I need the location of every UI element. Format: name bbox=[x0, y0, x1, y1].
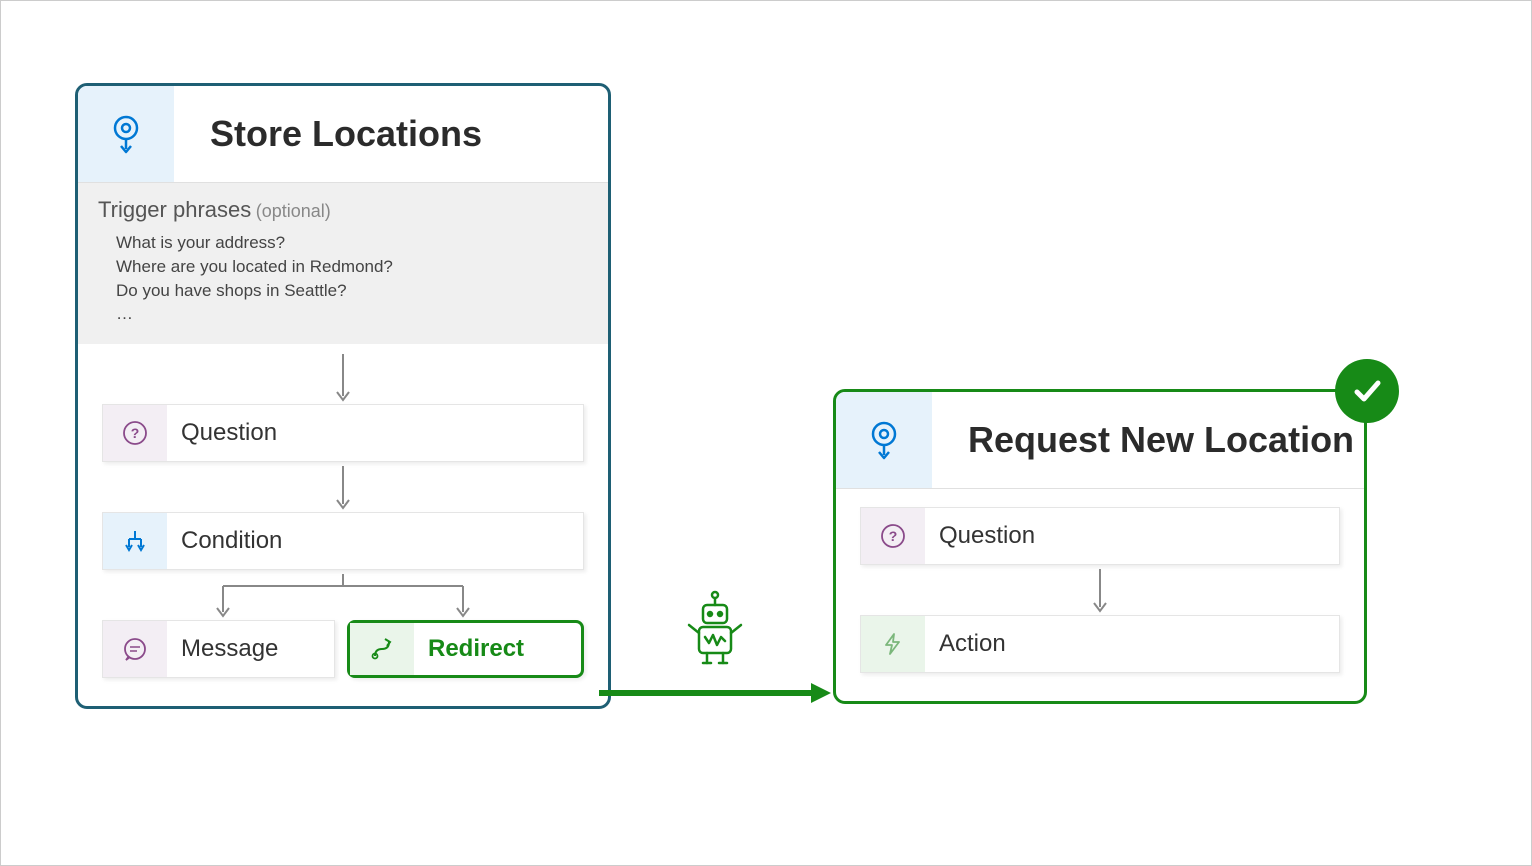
trigger-list: What is your address? Where are you loca… bbox=[98, 231, 588, 326]
node-label: Question bbox=[925, 522, 1035, 550]
flow-area: ? Question bbox=[78, 344, 608, 706]
message-icon bbox=[103, 621, 167, 677]
node-label: Message bbox=[167, 635, 278, 663]
node-question: ? Question bbox=[860, 507, 1340, 565]
node-label: Question bbox=[167, 419, 277, 447]
arrow-down-icon bbox=[333, 462, 353, 512]
flow-area: ? Question Action bbox=[836, 489, 1364, 701]
topic-title: Store Locations bbox=[174, 113, 482, 155]
action-icon bbox=[861, 616, 925, 672]
topic-icon bbox=[836, 392, 932, 488]
trigger-item: Do you have shops in Seattle? bbox=[116, 279, 588, 303]
redirect-icon bbox=[350, 623, 414, 675]
trigger-phrases-section: Trigger phrases (optional) What is your … bbox=[78, 183, 608, 344]
node-label: Action bbox=[925, 630, 1006, 658]
branch-connector-icon bbox=[103, 570, 583, 620]
svg-text:?: ? bbox=[131, 425, 140, 441]
node-action: Action bbox=[860, 615, 1340, 673]
trigger-label: Trigger phrases bbox=[98, 197, 251, 222]
topic-header: Request New Location bbox=[836, 392, 1364, 489]
node-condition: Condition bbox=[102, 512, 584, 570]
question-icon: ? bbox=[103, 405, 167, 461]
diagram-canvas: Store Locations Trigger phrases (optiona… bbox=[1, 1, 1531, 865]
svg-text:?: ? bbox=[889, 528, 898, 544]
redirect-arrow-icon bbox=[599, 681, 839, 705]
question-icon: ? bbox=[861, 508, 925, 564]
topic-title: Request New Location bbox=[932, 419, 1354, 461]
topic-icon bbox=[78, 86, 174, 182]
topic-header: Store Locations bbox=[78, 86, 608, 183]
node-message: Message bbox=[102, 620, 335, 678]
arrow-down-icon bbox=[1090, 565, 1110, 615]
condition-icon bbox=[103, 513, 167, 569]
branch-row: Message Redirect bbox=[102, 620, 584, 678]
node-question: ? Question bbox=[102, 404, 584, 462]
topic-store-locations: Store Locations Trigger phrases (optiona… bbox=[75, 83, 611, 709]
arrow-down-icon bbox=[333, 354, 353, 404]
node-label: Redirect bbox=[414, 635, 524, 663]
trigger-item: … bbox=[116, 302, 588, 326]
trigger-item: What is your address? bbox=[116, 231, 588, 255]
trigger-item: Where are you located in Redmond? bbox=[116, 255, 588, 279]
node-redirect: Redirect bbox=[347, 620, 584, 678]
topic-request-new-location: Request New Location ? Question bbox=[833, 389, 1367, 704]
node-label: Condition bbox=[167, 527, 282, 555]
trigger-optional: (optional) bbox=[256, 201, 331, 221]
robot-icon bbox=[679, 589, 751, 669]
checkmark-badge-icon bbox=[1335, 359, 1399, 423]
